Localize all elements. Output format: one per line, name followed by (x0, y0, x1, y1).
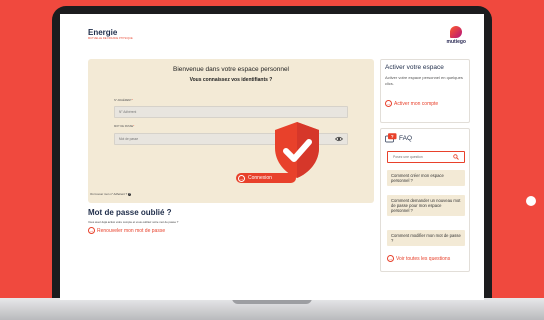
login-subtitle: Vous connaissez vos identifiants ? (189, 77, 273, 83)
decorative-dot (526, 196, 536, 206)
member-number-label: N° ADHÉRENT* (114, 99, 133, 102)
arrow-right-icon: → (385, 100, 392, 107)
activate-account-link[interactable]: → Activer mon compte (385, 100, 438, 107)
find-member-number-link[interactable]: Où trouver mon n° Adhérent ? ? (90, 192, 132, 197)
activate-description: Activer votre espace personnel en quelqu… (385, 75, 463, 86)
faq-badge: ? (391, 134, 394, 139)
find-member-number-text: Où trouver mon n° Adhérent ? (90, 192, 128, 196)
login-panel: Bienvenue dans votre espace personnel Vo… (88, 59, 374, 203)
faq-question-item[interactable]: Comment demander un nouveau mot de passe… (387, 195, 465, 216)
member-number-label-text: N° ADHÉRENT (114, 99, 132, 102)
eye-icon[interactable] (335, 136, 343, 142)
faq-question-item[interactable]: Comment modifier mon mot de passe ? (387, 230, 465, 246)
login-button-label: Connexion (248, 175, 272, 181)
activate-account-label: Activer mon compte (394, 100, 439, 107)
security-shield-check-icon (275, 122, 319, 178)
password-label-text: MOT DE PASSE (114, 125, 134, 128)
login-title: Bienvenue dans votre espace personnel (173, 66, 289, 73)
search-icon[interactable] (453, 154, 459, 160)
arrow-right-icon: → (387, 255, 394, 262)
faq-card: ? FAQ Comment créer mon espace personnel… (380, 128, 470, 272)
required-marker: * (133, 125, 135, 128)
chat-bubble-icon: ? (385, 133, 397, 143)
mutiego-logo: mutiego (447, 26, 466, 45)
arrow-right-icon: → (88, 227, 95, 234)
renew-password-label: Renouveler mon mot de passe (97, 227, 166, 234)
required-marker: * (131, 99, 133, 102)
arrow-right-icon: → (238, 174, 245, 182)
activate-title: Activer votre espace (385, 64, 444, 71)
activate-card: Activer votre espace Activer votre espac… (380, 59, 470, 123)
mutiego-mark-icon (450, 26, 463, 38)
see-all-questions-label: Voir toutes les questions (396, 255, 451, 262)
browser-screen: Energie MUTUELLE DE FRANCE PHYSIQUE muti… (60, 14, 484, 300)
brand-name: Energie (88, 28, 118, 37)
faq-question-item[interactable]: Comment créer mon espace personnel ? (387, 170, 465, 186)
forgot-password-title: Mot de passe oublié ? (88, 208, 172, 217)
brand-logo[interactable]: Energie MUTUELLE DE FRANCE PHYSIQUE (88, 28, 133, 40)
renew-password-link[interactable]: → Renouveler mon mot de passe (88, 227, 165, 234)
brand-tagline: MUTUELLE DE FRANCE PHYSIQUE (88, 37, 133, 40)
faq-title: FAQ (399, 135, 413, 142)
member-number-input[interactable] (114, 106, 348, 118)
see-all-questions-link[interactable]: → Voir toutes les questions (387, 255, 450, 262)
help-icon: ? (127, 192, 132, 197)
forgot-password-description: Vous avez déjà activé votre compte et vo… (88, 220, 179, 224)
mutiego-name: mutiego (446, 39, 466, 45)
password-label: MOT DE PASSE* (114, 125, 134, 128)
